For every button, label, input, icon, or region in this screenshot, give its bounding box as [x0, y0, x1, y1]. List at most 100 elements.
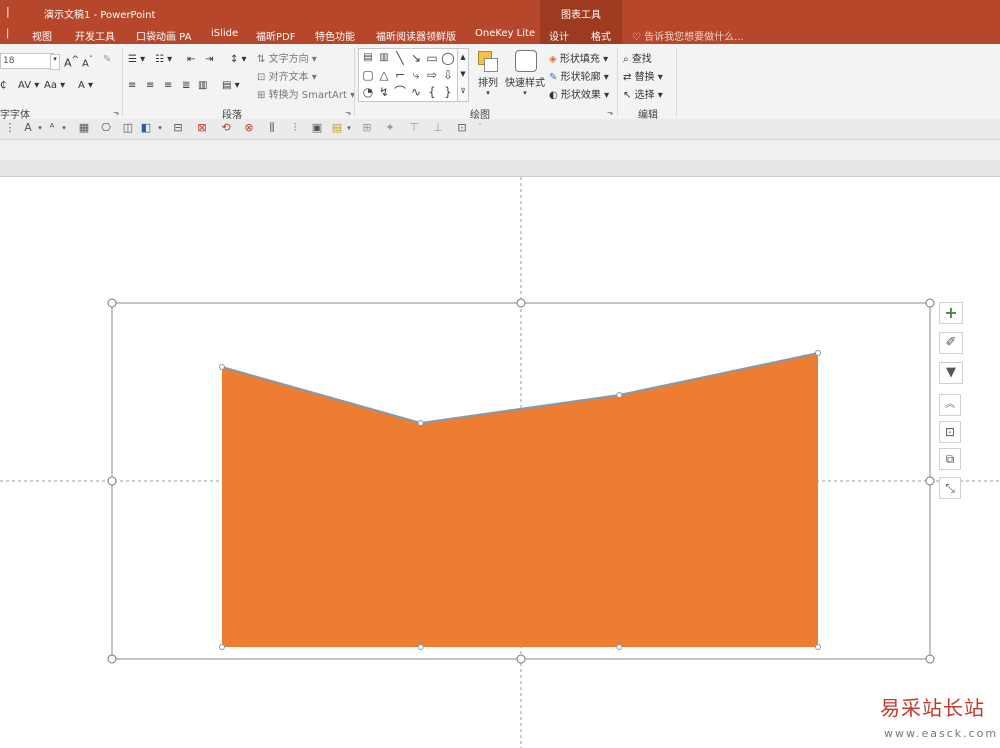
increase-indent-icon[interactable]: ⇥ — [205, 54, 213, 65]
distribute-icon[interactable]: ⫼ — [266, 122, 278, 134]
chevron-down-icon[interactable]: ▾ — [58, 122, 70, 134]
right-brace-shape-icon[interactable]: } — [441, 85, 455, 99]
align-objects-icon[interactable]: ⊟ — [172, 122, 184, 134]
wave-shape-icon[interactable]: ∿ — [409, 85, 423, 99]
tab-format[interactable]: 格式 — [591, 28, 611, 43]
tab-onekey-lite[interactable]: OneKey Lite — [475, 28, 535, 39]
align-top-icon[interactable]: ⊤ — [408, 122, 420, 134]
numbering-icon[interactable]: ☷ ▾ — [155, 54, 172, 65]
lightning-shape-icon[interactable]: ↯ — [377, 85, 391, 99]
arrow-line-shape-icon[interactable]: ↘ — [409, 51, 423, 65]
align-text-button[interactable]: ⊡ 对齐文本 ▾ — [257, 68, 317, 83]
vertical-textbox-shape-icon[interactable]: ▥ — [377, 51, 391, 65]
font-color-icon[interactable]: A ▾ — [78, 80, 93, 91]
decrease-indent-icon[interactable]: ⇤ — [187, 54, 195, 65]
highlight-icon[interactable]: ᴬ — [46, 122, 58, 134]
pin-icon[interactable]: ✦ — [384, 122, 396, 134]
chevron-down-icon[interactable]: ▾ — [34, 122, 46, 134]
shape-outline-button[interactable]: ✎ 形状轮廓 ▾ — [549, 68, 609, 83]
columns-icon[interactable]: ▤ ▾ — [222, 80, 240, 91]
gallery-scroll[interactable]: ▲ ▼ ⊽ — [457, 48, 469, 102]
oval-shape-icon[interactable]: ◯ — [441, 51, 455, 65]
resize-handle[interactable] — [925, 654, 935, 664]
shape-gallery[interactable]: ▤ ▥ ╲ ↘ ▭ ◯ ▢ △ ⌐ ⤷ ⇨ ⇩ ◔ ↯ ⌒ ∿ { } — [358, 48, 458, 102]
quick-styles-button[interactable]: 快速样式 ▾ — [505, 48, 545, 97]
align-center-icon[interactable]: ≡ — [146, 80, 154, 91]
shrink-font-icon[interactable]: Aˇ — [82, 54, 93, 69]
resize-handle[interactable] — [516, 298, 526, 308]
tab-foxit-reader[interactable]: 福昕阅读器领鲜版 — [376, 28, 456, 43]
resize-handle[interactable] — [925, 476, 935, 486]
resize-handle[interactable] — [107, 298, 117, 308]
line-spacing-icon[interactable]: ↕ ▾ — [230, 54, 247, 65]
text-direction-button[interactable]: ⇅ 文字方向 ▾ — [257, 50, 317, 65]
resize-handle[interactable] — [107, 476, 117, 486]
area-series[interactable] — [222, 353, 818, 647]
resize-handle[interactable] — [925, 298, 935, 308]
arrange-button[interactable]: 排列 ▾ — [474, 48, 502, 97]
bullets-icon[interactable]: ☰ ▾ — [128, 54, 145, 65]
data-point[interactable] — [616, 644, 623, 650]
group-icon[interactable]: ⎔ — [100, 122, 112, 134]
chart-plot[interactable] — [219, 350, 821, 650]
paragraph-dialog-launcher-icon[interactable]: ⬎ — [345, 108, 352, 117]
textbox-shape-icon[interactable]: ▤ — [361, 51, 375, 65]
elbow-connector-shape-icon[interactable]: ⌐ — [393, 68, 407, 82]
triangle-shape-icon[interactable]: △ — [377, 68, 391, 82]
fit-icon[interactable]: ⊡ — [456, 122, 468, 134]
font-dialog-launcher-icon[interactable]: ⬎ — [113, 108, 120, 117]
data-point[interactable] — [219, 644, 225, 650]
tab-pocket-animation[interactable]: 口袋动画 PA — [136, 28, 191, 43]
find-button[interactable]: ⌕ 查找 — [623, 50, 652, 65]
tab-design[interactable]: 设计 — [549, 28, 569, 43]
window-menu-icon[interactable]: | — [6, 5, 10, 18]
align-left-icon[interactable]: ≡ — [128, 80, 136, 91]
data-point[interactable] — [219, 364, 225, 370]
text-color-icon[interactable]: A — [22, 122, 34, 134]
data-point[interactable] — [417, 644, 424, 650]
select-button[interactable]: ↖ 选择 ▾ — [623, 86, 663, 101]
paste-icon[interactable]: ▤ — [331, 122, 343, 134]
tab-developer[interactable]: 开发工具 — [75, 28, 115, 43]
more-icon[interactable]: ˇ — [474, 122, 486, 134]
rotate-icon[interactable]: ⟲ — [220, 122, 232, 134]
data-point[interactable] — [417, 420, 424, 426]
data-point[interactable] — [616, 392, 623, 398]
distributed-icon[interactable]: ▥ — [198, 80, 207, 91]
chart-styles-button[interactable]: ✐ — [939, 332, 963, 354]
shape-fill-button[interactable]: ◈ 形状填充 ▾ — [549, 50, 608, 65]
drawing-dialog-launcher-icon[interactable]: ⬎ — [607, 108, 614, 117]
align-bottom-icon[interactable]: ⊥ — [432, 122, 444, 134]
align-center-button[interactable]: ⊡ — [939, 421, 961, 443]
resize-handle[interactable] — [516, 654, 526, 664]
data-point[interactable] — [815, 350, 821, 356]
change-case-icon[interactable]: Aa ▾ — [44, 80, 65, 91]
slide-canvas[interactable]: + ✐ ▼ ︽ ⊡ ⧉ ⤡ — [0, 177, 1000, 748]
font-size-dropdown-icon[interactable]: ▾ — [50, 54, 60, 70]
chart-bars-icon[interactable]: ⫶ — [289, 122, 301, 134]
justify-icon[interactable]: ≣ — [182, 80, 190, 91]
down-arrow-shape-icon[interactable]: ⇩ — [441, 68, 455, 82]
arrange-order-button[interactable]: ⧉ — [939, 448, 961, 470]
align-middle-icon[interactable]: ⊞ — [361, 122, 373, 134]
chart-elements-button[interactable]: + — [939, 302, 963, 324]
line-shape-icon[interactable]: ╲ — [393, 51, 407, 65]
replace-button[interactable]: ⇄ 替换 ▾ — [623, 68, 663, 83]
right-arrow-shape-icon[interactable]: ⇨ — [425, 68, 439, 82]
elbow-arrow-shape-icon[interactable]: ⤷ — [409, 68, 423, 82]
flip-icon[interactable]: ⊗ — [243, 122, 255, 134]
tell-me-box[interactable]: ♡ 告诉我您想要做什么... — [632, 28, 744, 43]
chevron-down-icon[interactable]: ▾ — [154, 122, 166, 134]
resize-button[interactable]: ⤡ — [939, 477, 961, 499]
data-point[interactable] — [815, 644, 821, 650]
font-size-combo[interactable]: 18 — [0, 53, 54, 69]
grow-font-icon[interactable]: A^ — [64, 54, 79, 70]
chevron-down-icon[interactable]: ▾ — [343, 122, 355, 134]
tab-view[interactable]: 视图 — [32, 28, 52, 43]
convert-smartart-button[interactable]: ⊞ 转换为 SmartArt ▾ — [257, 86, 355, 101]
left-brace-shape-icon[interactable]: { — [425, 85, 439, 99]
clear-format-icon[interactable]: ✎ — [103, 54, 111, 65]
ungroup-icon[interactable]: ◫ — [122, 122, 134, 134]
rounded-rect-shape-icon[interactable]: ▢ — [361, 68, 375, 82]
tab-features[interactable]: 特色功能 — [315, 28, 355, 43]
